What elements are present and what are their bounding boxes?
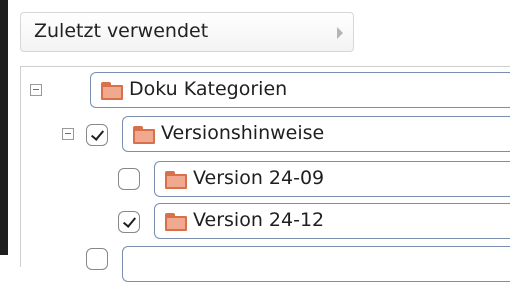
- checkbox-version-24-09[interactable]: [118, 168, 140, 190]
- checkbox-next-node[interactable]: [86, 248, 108, 270]
- folder-icon: [133, 126, 157, 144]
- folder-icon: [101, 82, 125, 100]
- tree-node-label: Versionshinweise: [161, 122, 325, 144]
- window-edge: [0, 0, 8, 255]
- tree-node-version-24-12[interactable]: Version 24-12: [154, 203, 510, 239]
- checkbox-version-24-12[interactable]: [118, 211, 140, 233]
- collapse-icon[interactable]: [62, 128, 74, 140]
- collapse-icon[interactable]: [30, 84, 42, 96]
- folder-icon: [165, 171, 189, 189]
- recent-dropdown-label: Zuletzt verwendet: [34, 20, 209, 42]
- tree-node-label: Version 24-09: [193, 167, 325, 189]
- folder-icon: [165, 213, 189, 231]
- checkbox-versionshinweise[interactable]: [86, 124, 108, 146]
- chevron-right-icon: [337, 27, 343, 39]
- tree-node-label: Version 24-12: [193, 209, 325, 231]
- tree-node-next[interactable]: [122, 246, 510, 282]
- tree-node-version-24-09[interactable]: Version 24-09: [154, 161, 510, 197]
- tree-node-doku-kategorien[interactable]: Doku Kategorien: [90, 72, 510, 108]
- tree-node-label: Doku Kategorien: [129, 78, 288, 100]
- recent-dropdown[interactable]: Zuletzt verwendet: [20, 12, 354, 52]
- tree-node-versionshinweise[interactable]: Versionshinweise: [122, 116, 510, 152]
